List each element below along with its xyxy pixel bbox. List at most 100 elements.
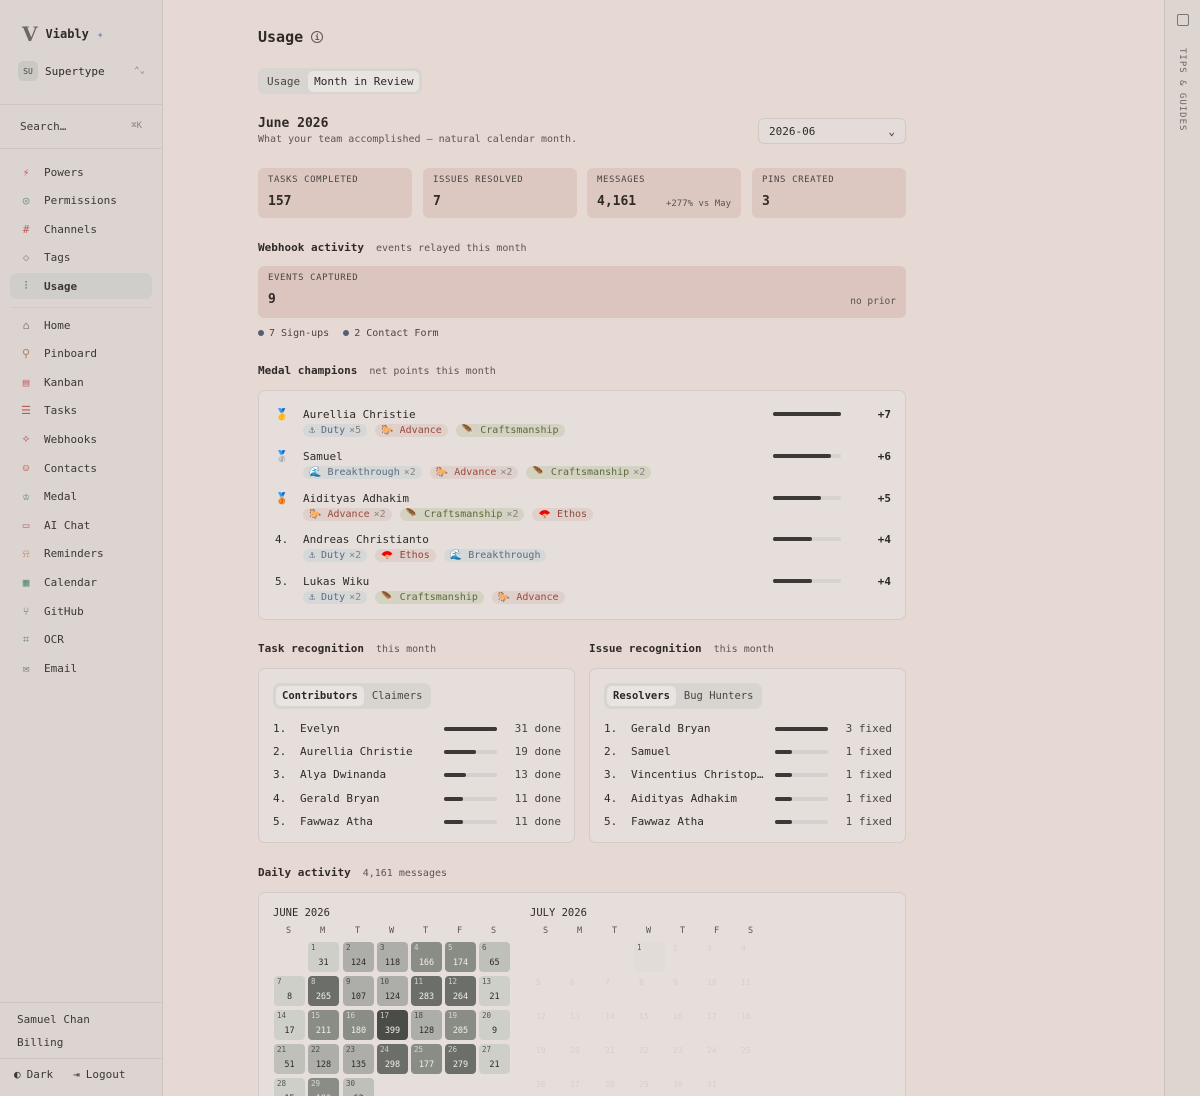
tab-resolvers[interactable]: Resolvers bbox=[607, 686, 676, 706]
day-number: 12 bbox=[448, 977, 458, 986]
sidebar-item-email[interactable]: ✉ Email bbox=[10, 655, 152, 681]
calendar-day[interactable]: 14 17 bbox=[274, 1010, 305, 1040]
message-count: 180 bbox=[350, 1026, 367, 1036]
calendar-day[interactable]: 3 118 bbox=[377, 942, 408, 972]
medal-chip: 🪭 Ethos bbox=[375, 549, 436, 563]
points-bar bbox=[773, 579, 841, 584]
calendar-day[interactable]: 10 124 bbox=[377, 976, 408, 1006]
calendar-day[interactable]: 12 264 bbox=[445, 976, 476, 1006]
sidebar-item-github[interactable]: ⑂ GitHub bbox=[10, 598, 152, 624]
sidebar-item-tasks[interactable]: ☰ Tasks bbox=[10, 398, 152, 424]
calendar-day[interactable]: 20 9 bbox=[479, 1010, 510, 1040]
calendar-day[interactable]: 1 31 bbox=[308, 942, 339, 972]
sidebar-item-calendar[interactable]: ▦ Calendar bbox=[10, 569, 152, 595]
calendar-day-placeholder: 8 bbox=[639, 978, 644, 987]
member-name: Andreas Christianto bbox=[303, 533, 429, 547]
rank-number: 4. bbox=[604, 791, 618, 805]
webhook-legend: 7 Sign-ups 2 Contact Form bbox=[258, 328, 439, 339]
calendar-day[interactable]: 13 21 bbox=[479, 976, 510, 1006]
calendar-day[interactable]: 9 107 bbox=[343, 976, 374, 1006]
tab-month-in-review[interactable]: Month in Review bbox=[308, 70, 420, 92]
sidebar-item-label: Tasks bbox=[44, 404, 78, 418]
calendar-day[interactable]: 19 205 bbox=[445, 1010, 476, 1040]
issue-recognition-subtitle: this month bbox=[713, 644, 774, 655]
weekday-label: T bbox=[680, 926, 686, 936]
calendar-day[interactable]: 11 283 bbox=[411, 976, 442, 1006]
user-name[interactable]: Samuel Chan bbox=[17, 1013, 90, 1026]
divider bbox=[10, 307, 152, 308]
sidebar-item-usage[interactable]: ⫶ Usage bbox=[10, 273, 152, 300]
tab-contributors[interactable]: Contributors bbox=[276, 686, 364, 706]
sidebar-item-permissions[interactable]: ◎ Permissions bbox=[10, 188, 152, 214]
events-captured-card: EVENTS CAPTURED 9 no prior bbox=[258, 266, 906, 318]
workspace-switcher[interactable]: SU Supertype ⌃⌄ bbox=[18, 58, 145, 84]
sidebar-item-pinboard[interactable]: ⚲ Pinboard bbox=[10, 341, 152, 367]
rank-number: 3. bbox=[604, 768, 618, 782]
sidebar-item-webhooks[interactable]: ⟡ Webhooks bbox=[10, 426, 152, 452]
calendar-day[interactable]: 8 265 bbox=[308, 976, 339, 1006]
tab-claimers[interactable]: Claimers bbox=[366, 686, 429, 706]
day-number: 11 bbox=[414, 977, 424, 986]
calendar-day[interactable]: 21 51 bbox=[274, 1044, 305, 1074]
calendar-day[interactable]: 3063 bbox=[343, 1078, 374, 1096]
stat-label: TASKS COMPLETED bbox=[268, 175, 359, 185]
calendar-day[interactable]: 26 279 bbox=[445, 1044, 476, 1074]
calendar-day[interactable]: 16 180 bbox=[343, 1010, 374, 1040]
logout-button[interactable]: ⇥ Logout bbox=[73, 1068, 125, 1081]
calendar-day[interactable]: 4 166 bbox=[411, 942, 442, 972]
dark-mode-button[interactable]: ◐ Dark bbox=[14, 1068, 53, 1081]
panel-toggle-icon[interactable] bbox=[1177, 14, 1189, 26]
chevron-updown-icon: ⌃⌄ bbox=[134, 66, 145, 76]
sidebar-item-tags[interactable]: ◇ Tags bbox=[10, 245, 152, 271]
reminders-icon: ⍾ bbox=[22, 546, 30, 560]
search-button[interactable]: Search… ⌘K bbox=[10, 114, 152, 138]
month-select[interactable]: 2026-06 ⌄ bbox=[758, 118, 906, 144]
sidebar-item-kanban[interactable]: ▤ Kanban bbox=[10, 369, 152, 395]
calendar-day[interactable]: 27 21 bbox=[479, 1044, 510, 1074]
rank-badge: 🥈 bbox=[275, 449, 289, 463]
sidebar-item-contacts[interactable]: ☺ Contacts bbox=[10, 455, 152, 481]
calendar-day[interactable]: 22 128 bbox=[308, 1044, 339, 1074]
calendar-day[interactable]: 25 177 bbox=[411, 1044, 442, 1074]
tab-usage[interactable]: Usage bbox=[261, 71, 306, 92]
medal-chip: 🐎 Advance bbox=[491, 591, 565, 605]
calendar-day-placeholder: 26 bbox=[536, 1080, 546, 1089]
calendar-day[interactable]: 17 399 bbox=[377, 1010, 408, 1040]
message-count: 264 bbox=[452, 992, 469, 1002]
tab-bug-hunters[interactable]: Bug Hunters bbox=[678, 686, 760, 706]
calendar-day[interactable]: 6 65 bbox=[479, 942, 510, 972]
calendar-icon: ▦ bbox=[22, 575, 30, 589]
count-value: 1 fixed bbox=[845, 768, 892, 782]
calendar-day[interactable]: 29183 bbox=[308, 1078, 339, 1096]
calendar-day[interactable]: 24 298 bbox=[377, 1044, 408, 1074]
billing-link[interactable]: Billing bbox=[17, 1036, 63, 1049]
calendar-day-placeholder: 20 bbox=[570, 1046, 580, 1055]
sidebar-item-label: OCR bbox=[44, 633, 64, 647]
rank-badge: 5. bbox=[275, 575, 289, 589]
calendar-day[interactable]: 18 128 bbox=[411, 1010, 442, 1040]
sidebar-item-home[interactable]: ⌂ Home bbox=[10, 312, 152, 338]
sidebar-item-medal[interactable]: ♔ Medal bbox=[10, 484, 152, 510]
weekday-label: T bbox=[612, 926, 618, 936]
calendar-day[interactable]: 15 211 bbox=[308, 1010, 339, 1040]
calendar-day[interactable]: 5 174 bbox=[445, 942, 476, 972]
sidebar-item-ocr[interactable]: ⌗ OCR bbox=[10, 627, 152, 653]
calendar-day[interactable]: 23 135 bbox=[343, 1044, 374, 1074]
sidebar-item-reminders[interactable]: ⍾ Reminders bbox=[10, 541, 152, 567]
calendar-day[interactable]: 2 124 bbox=[343, 942, 374, 972]
tips-guides-label[interactable]: TIPS & GUIDES bbox=[1177, 48, 1187, 131]
rank-number: 4. bbox=[273, 791, 287, 805]
brand[interactable]: V Viably ✦ bbox=[22, 22, 104, 46]
info-icon[interactable]: i bbox=[311, 31, 324, 43]
calendar-day[interactable]: 2815 bbox=[274, 1078, 305, 1096]
calendar-day[interactable]: 78 bbox=[274, 976, 305, 1006]
points-bar bbox=[773, 412, 841, 416]
count-bar bbox=[444, 727, 497, 731]
sidebar-item-powers[interactable]: ⚡ Powers bbox=[10, 159, 152, 185]
count-bar bbox=[775, 773, 828, 778]
chip-label: 🐎 Advance bbox=[381, 425, 442, 436]
calendar-day[interactable]: 1 bbox=[634, 942, 665, 972]
stat-value: 3 bbox=[762, 194, 770, 209]
sidebar-item-ai-chat[interactable]: ▭ AI Chat bbox=[10, 512, 152, 538]
sidebar-item-channels[interactable]: # Channels bbox=[10, 216, 152, 242]
